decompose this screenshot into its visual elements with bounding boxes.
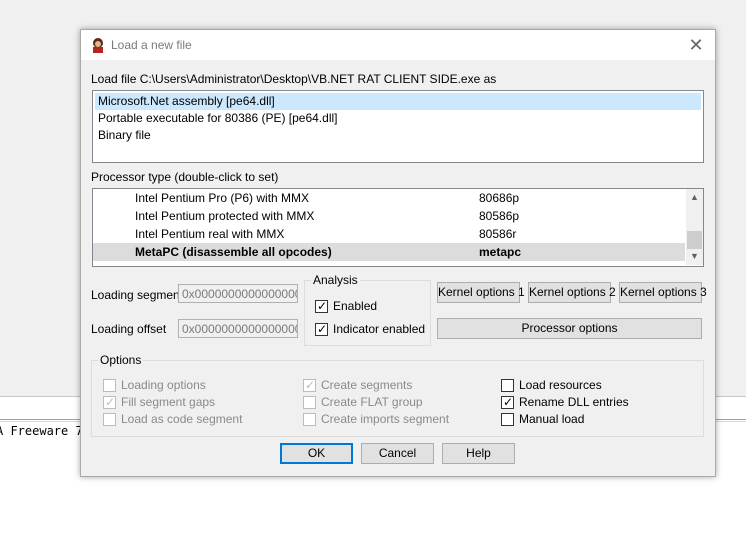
checkbox-box bbox=[303, 413, 316, 426]
check-icon: ✓ bbox=[105, 395, 116, 409]
processor-type-list[interactable]: Intel Pentium Pro (P6) with MMX 80686p I… bbox=[92, 188, 704, 267]
checkbox-box: ✓ bbox=[315, 299, 328, 313]
help-button[interactable]: Help bbox=[442, 443, 515, 464]
checkbox-label: Rename DLL entries bbox=[519, 395, 629, 409]
check-icon: ✓ bbox=[317, 322, 328, 336]
checkbox-label: Load as code segment bbox=[121, 412, 243, 426]
check-icon: ✓ bbox=[503, 395, 514, 409]
list-item[interactable]: Intel Pentium Pro (P6) with MMX 80686p bbox=[93, 189, 685, 207]
checkbox-label: Fill segment gaps bbox=[121, 395, 216, 409]
load-file-label: Load file C:\Users\Administrator\Desktop… bbox=[91, 72, 497, 86]
kernel-options-1-button[interactable]: Kernel options 1 bbox=[437, 282, 525, 303]
scrollbar[interactable]: ▲ ▼ bbox=[686, 189, 703, 265]
checkbox-label: Create FLAT group bbox=[321, 395, 423, 409]
list-item[interactable]: Intel Pentium protected with MMX 80586p bbox=[93, 207, 685, 225]
kernel-options-2-button[interactable]: Kernel options 2 bbox=[528, 282, 616, 303]
loading-offset-field[interactable]: 0x0000000000000000 bbox=[178, 319, 298, 338]
rename-dll-entries-checkbox[interactable]: ✓ Rename DLL entries bbox=[501, 395, 631, 411]
create-segments-checkbox[interactable]: ✓ Create segments bbox=[303, 378, 433, 394]
checkbox-label: Create segments bbox=[321, 378, 413, 392]
checkbox-box bbox=[501, 413, 514, 426]
dialog-title: Load a new file bbox=[111, 38, 192, 52]
load-as-code-segment-checkbox[interactable]: Load as code segment bbox=[103, 412, 243, 428]
console-output-text: A Freeware 7 bbox=[0, 424, 83, 438]
file-format-list[interactable]: Microsoft.Net assembly [pe64.dll] Portab… bbox=[92, 90, 704, 163]
processor-code: metapc bbox=[479, 245, 522, 259]
check-icon: ✓ bbox=[305, 378, 316, 392]
checkbox-box bbox=[303, 396, 316, 409]
analysis-title: Analysis bbox=[311, 273, 360, 287]
cancel-button[interactable]: Cancel bbox=[361, 443, 434, 464]
checkbox-box bbox=[103, 379, 116, 392]
loading-segment-field[interactable]: 0x0000000000000000 bbox=[178, 284, 298, 303]
checkbox-box bbox=[103, 413, 116, 426]
checkbox-label: Create imports segment bbox=[321, 412, 450, 426]
processor-code: 80586p bbox=[479, 209, 520, 223]
load-file-dialog: Load a new file ✕ Load file C:\Users\Adm… bbox=[80, 29, 716, 477]
scrollbar-thumb[interactable] bbox=[687, 231, 702, 249]
list-item[interactable]: MetaPC (disassemble all opcodes) metapc bbox=[93, 243, 685, 261]
ida-icon bbox=[93, 38, 103, 53]
processor-type-label: Processor type (double-click to set) bbox=[91, 170, 279, 184]
processor-code: 80586r bbox=[479, 227, 517, 241]
processor-code: 80686p bbox=[479, 191, 520, 205]
list-item[interactable]: Microsoft.Net assembly [pe64.dll] bbox=[95, 93, 701, 110]
checkbox-label: Indicator enabled bbox=[333, 322, 426, 336]
loading-options-checkbox[interactable]: Loading options bbox=[103, 378, 233, 394]
checkbox-box bbox=[501, 379, 514, 392]
enabled-checkbox[interactable]: ✓ Enabled bbox=[315, 299, 425, 315]
processor-name: Intel Pentium Pro (P6) with MMX bbox=[135, 191, 310, 205]
processor-name: Intel Pentium real with MMX bbox=[135, 227, 285, 241]
ok-button[interactable]: OK bbox=[280, 443, 353, 464]
manual-load-checkbox[interactable]: Manual load bbox=[501, 412, 631, 428]
list-item[interactable]: Intel Pentium real with MMX 80586r bbox=[93, 225, 685, 243]
list-item[interactable]: Portable executable for 80386 (PE) [pe64… bbox=[95, 110, 701, 127]
loading-offset-label: Loading offset bbox=[91, 322, 167, 336]
checkbox-box: ✓ bbox=[315, 322, 328, 336]
kernel-options-3-button[interactable]: Kernel options 3 bbox=[619, 282, 707, 303]
indicator-enabled-checkbox[interactable]: ✓ Indicator enabled bbox=[315, 322, 427, 338]
create-imports-segment-checkbox[interactable]: Create imports segment bbox=[303, 412, 453, 428]
create-flat-group-checkbox[interactable]: Create FLAT group bbox=[303, 395, 433, 411]
checkbox-label: Loading options bbox=[121, 378, 206, 392]
checkbox-box: ✓ bbox=[103, 395, 116, 409]
close-icon[interactable]: ✕ bbox=[685, 34, 707, 56]
processor-options-button[interactable]: Processor options bbox=[437, 318, 702, 339]
checkbox-label: Enabled bbox=[333, 299, 378, 313]
checkbox-label: Manual load bbox=[519, 412, 585, 426]
fill-segment-gaps-checkbox[interactable]: ✓ Fill segment gaps bbox=[103, 395, 233, 411]
title-bar: Load a new file ✕ bbox=[81, 30, 715, 60]
check-icon: ✓ bbox=[317, 299, 328, 313]
loading-segment-label: Loading segment bbox=[91, 288, 184, 302]
options-group: Options Loading options ✓ Fill segment g… bbox=[91, 353, 704, 437]
scroll-down-icon[interactable]: ▼ bbox=[686, 248, 703, 265]
checkbox-box: ✓ bbox=[501, 395, 514, 409]
checkbox-box: ✓ bbox=[303, 378, 316, 392]
options-title: Options bbox=[98, 353, 144, 367]
processor-name: MetaPC (disassemble all opcodes) bbox=[135, 245, 332, 259]
processor-name: Intel Pentium protected with MMX bbox=[135, 209, 315, 223]
load-resources-checkbox[interactable]: Load resources bbox=[501, 378, 631, 394]
scroll-up-icon[interactable]: ▲ bbox=[686, 189, 703, 206]
list-item[interactable]: Binary file bbox=[95, 127, 701, 144]
checkbox-label: Load resources bbox=[519, 378, 602, 392]
analysis-group: Analysis ✓ Enabled ✓ Indicator enabled bbox=[304, 273, 431, 346]
